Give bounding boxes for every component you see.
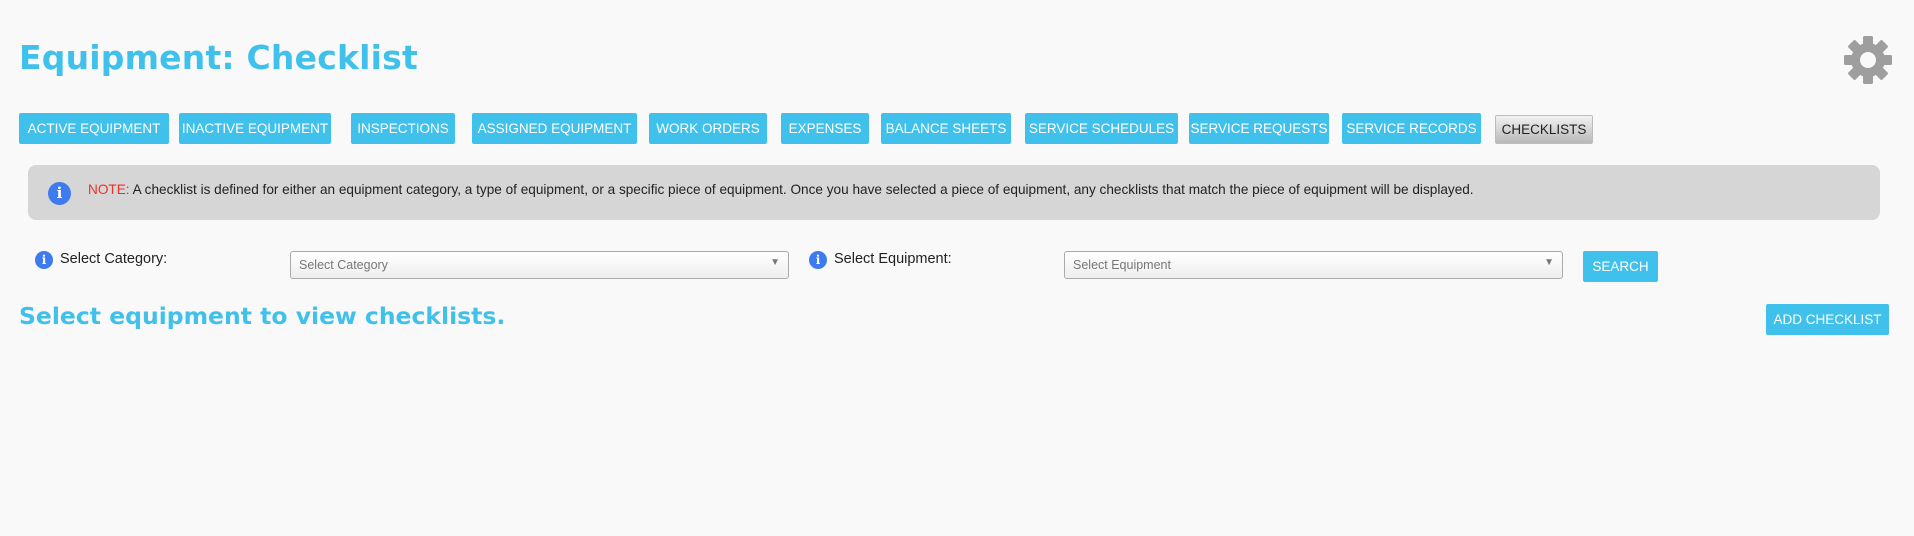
empty-state-message: Select equipment to view checklists.	[19, 302, 506, 330]
tab-balance-sheets[interactable]: Balance Sheets	[881, 113, 1011, 144]
chevron-down-icon: ▼	[770, 257, 780, 268]
gear-icon[interactable]	[1842, 34, 1894, 86]
category-select-placeholder: Select Category	[299, 258, 388, 272]
tab-active-equipment[interactable]: Active Equipment	[19, 113, 169, 144]
tab-checklists[interactable]: Checklists	[1495, 115, 1593, 144]
add-checklist-button[interactable]: Add Checklist	[1766, 304, 1889, 335]
tab-service-schedules[interactable]: Service Schedules	[1025, 113, 1178, 144]
equipment-info-icon[interactable]: i	[809, 251, 827, 269]
note-text: NOTE: A checklist is defined for either …	[88, 182, 1474, 197]
chevron-down-icon: ▼	[1544, 257, 1554, 268]
equipment-select[interactable]: Select Equipment ▼	[1064, 251, 1563, 279]
info-icon: i	[48, 182, 71, 205]
category-label: Select Category:	[60, 251, 168, 267]
tab-assigned-equipment[interactable]: Assigned Equipment	[472, 113, 637, 144]
category-select[interactable]: Select Category ▼	[290, 251, 789, 279]
tab-work-orders[interactable]: Work Orders	[649, 113, 767, 144]
search-button[interactable]: Search	[1583, 251, 1658, 282]
note-body: A checklist is defined for either an equ…	[129, 182, 1474, 197]
category-info-icon[interactable]: i	[35, 251, 53, 269]
equipment-select-placeholder: Select Equipment	[1073, 258, 1171, 272]
page-title: Equipment: Checklist	[19, 38, 418, 77]
equipment-label: Select Equipment:	[834, 251, 952, 267]
tab-expenses[interactable]: Expenses	[781, 113, 869, 144]
tab-service-requests[interactable]: Service Requests	[1189, 113, 1329, 144]
note-banner: i NOTE: A checklist is defined for eithe…	[28, 165, 1880, 220]
tab-service-records[interactable]: Service Records	[1342, 113, 1481, 144]
note-label: NOTE:	[88, 182, 130, 197]
tab-inspections[interactable]: Inspections	[351, 113, 455, 144]
tab-inactive-equipment[interactable]: Inactive Equipment	[179, 113, 331, 144]
